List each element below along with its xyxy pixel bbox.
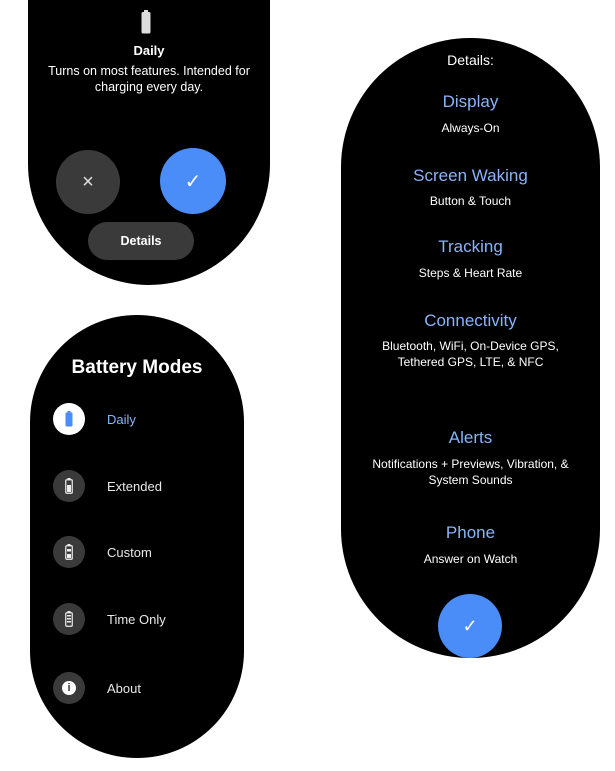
- daily-confirm-screen: Daily Turns on most features. Intended f…: [28, 0, 270, 285]
- info-glyph: i: [62, 681, 76, 695]
- mode-item-extended[interactable]: Extended: [53, 470, 233, 502]
- section-body-tracking: Steps & Heart Rate: [418, 266, 523, 280]
- section-heading-alerts: Alerts: [448, 428, 493, 447]
- section-heading-screen-waking: Screen Waking: [413, 166, 528, 185]
- section-body-display: Always-On: [441, 121, 500, 135]
- mode-label: Time Only: [107, 611, 166, 627]
- done-button[interactable]: ✓: [438, 594, 502, 658]
- check-icon: ✓: [184, 170, 202, 193]
- check-icon: ✓: [462, 615, 478, 636]
- battery-low-icon: [53, 603, 85, 635]
- section-body-screen-waking: Button & Touch: [429, 194, 512, 208]
- section-body-alerts: Notifications + Previews, Vibration, & S…: [372, 457, 569, 487]
- mode-label: Extended: [107, 478, 162, 494]
- mode-item-about[interactable]: i About: [53, 672, 233, 704]
- section-body-phone: Answer on Watch: [423, 552, 518, 566]
- section-heading-display: Display: [442, 92, 499, 111]
- section-heading-phone: Phone: [445, 523, 496, 542]
- mode-item-custom[interactable]: Custom: [53, 536, 233, 568]
- mode-item-daily[interactable]: Daily: [53, 403, 233, 435]
- section-heading-tracking: Tracking: [438, 237, 503, 256]
- mode-description: Turns on most features. Intended for cha…: [48, 64, 250, 94]
- battery-modes-screen: Battery Modes Daily Extended Custom Time…: [30, 315, 244, 758]
- battery-full-icon: [141, 10, 151, 34]
- section-heading-connectivity: Connectivity: [424, 311, 517, 330]
- battery-custom-icon: [53, 536, 85, 568]
- close-icon: ×: [82, 170, 94, 193]
- mode-item-time-only[interactable]: Time Only: [53, 603, 233, 635]
- details-button[interactable]: Details: [88, 222, 194, 260]
- info-icon: i: [53, 672, 85, 704]
- page-title: Battery Modes: [71, 357, 203, 378]
- mode-label: Custom: [107, 544, 152, 560]
- mode-label: Daily: [107, 411, 136, 427]
- details-screen: Details: Display Always-On Screen Waking…: [341, 38, 600, 658]
- mode-title: Daily: [133, 43, 165, 58]
- section-body-connectivity: Bluetooth, WiFi, On-Device GPS, Tethered…: [382, 339, 559, 369]
- details-title: Details:: [447, 52, 494, 68]
- battery-medium-icon: [53, 470, 85, 502]
- cancel-button[interactable]: ×: [56, 150, 120, 214]
- mode-label: About: [107, 680, 141, 696]
- battery-full-icon: [53, 403, 85, 435]
- confirm-button[interactable]: ✓: [160, 148, 226, 214]
